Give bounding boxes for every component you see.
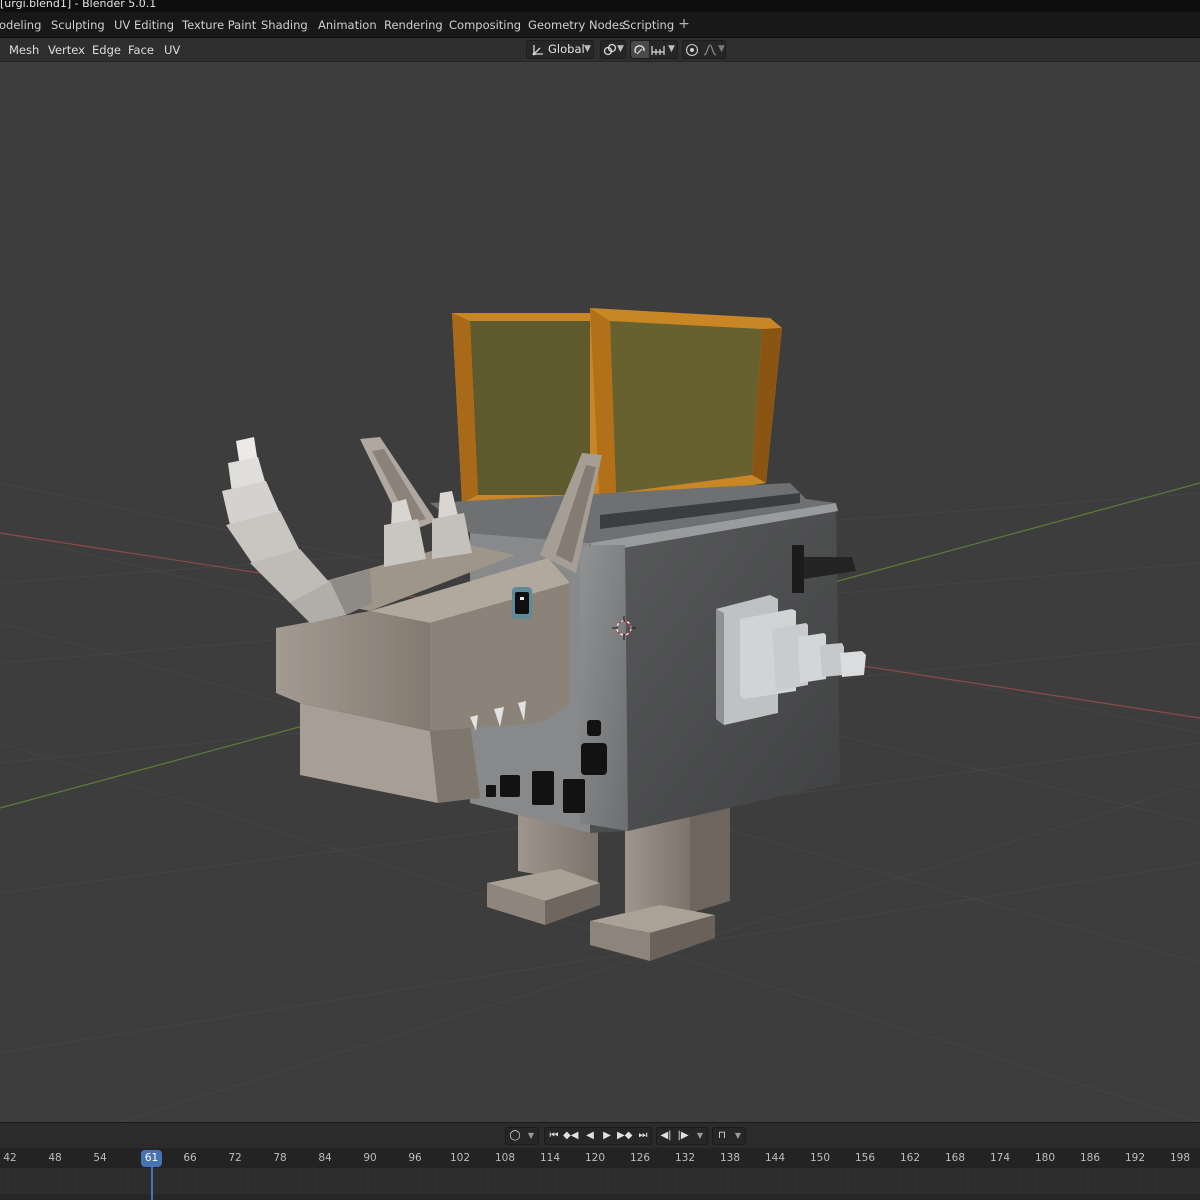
frame-tick: 174 <box>989 1152 1011 1164</box>
frame-tick: 138 <box>719 1152 741 1164</box>
window-titlebar: [urgi.blend1] - Blender 5.0.1 <box>0 0 1200 12</box>
rhino-horn <box>222 437 372 623</box>
auto-keying-group[interactable]: ⊓ ▼ <box>712 1127 746 1145</box>
chevron-down-icon: ▼ <box>718 44 725 54</box>
next-marker-icon[interactable]: |▶ <box>676 1128 690 1144</box>
menu-edge[interactable]: Edge <box>91 41 122 59</box>
viewport-scene <box>0 308 1200 1122</box>
playhead-line[interactable] <box>151 1166 153 1200</box>
frame-tick: 114 <box>539 1152 561 1164</box>
frame-tick: 78 <box>273 1152 287 1164</box>
jump-end-icon[interactable]: ⏭ <box>636 1128 650 1144</box>
tab-rendering[interactable]: Rendering <box>377 16 450 36</box>
pivot-link-icon <box>603 43 617 56</box>
chevron-down-icon: ▼ <box>734 1131 742 1140</box>
prev-keyframe-icon[interactable]: ◆◀ <box>563 1128 578 1144</box>
toast-slice-back <box>452 313 590 503</box>
frame-tick: 90 <box>363 1152 377 1164</box>
frame-tick: 156 <box>854 1152 876 1164</box>
chevron-down-icon: ▼ <box>696 1131 704 1140</box>
frame-ruler[interactable]: 42 48 54 66 72 78 84 90 96 102 108 114 1… <box>0 1148 1200 1168</box>
auto-keying-icon[interactable]: ⊓ <box>715 1128 729 1144</box>
frame-tick: 192 <box>1124 1152 1146 1164</box>
snap-icon <box>634 45 645 55</box>
frame-tick: 126 <box>629 1152 651 1164</box>
tab-compositing[interactable]: Compositing <box>442 16 528 36</box>
proportional-edit-toggle[interactable]: ▼ <box>682 40 726 59</box>
timeline-scrollbar[interactable] <box>0 1194 1200 1200</box>
pivot-dropdown[interactable]: ▼ <box>600 40 626 59</box>
tab-modeling[interactable]: odeling <box>0 16 48 36</box>
frame-tick: 102 <box>449 1152 471 1164</box>
keying-group[interactable]: ◯ ▼ <box>505 1127 539 1145</box>
frame-tick: 96 <box>408 1152 422 1164</box>
frame-tick: 150 <box>809 1152 831 1164</box>
tab-animation[interactable]: Animation <box>311 16 384 36</box>
frame-tick: 132 <box>674 1152 696 1164</box>
timeline[interactable]: 42 48 54 66 72 78 84 90 96 102 108 114 1… <box>0 1148 1200 1200</box>
frame-tick: 42 <box>3 1152 17 1164</box>
timeline-header: ◯ ▼ ⏮ ◆◀ ◀ ▶ ▶◆ ⏭ ◀| |▶ ▼ ⊓ ▼ <box>0 1122 1200 1148</box>
frame-tick: 84 <box>318 1152 332 1164</box>
frame-tick: 108 <box>494 1152 516 1164</box>
falloff-icon <box>703 44 717 56</box>
chevron-down-icon: ▼ <box>668 44 675 54</box>
frame-tick: 144 <box>764 1152 786 1164</box>
workspace-tabs: odeling Sculpting UV Editing Texture Pai… <box>0 12 1200 38</box>
tab-sculpting[interactable]: Sculpting <box>44 16 112 36</box>
orientation-value: Global <box>548 42 585 56</box>
frame-tick: 180 <box>1034 1152 1056 1164</box>
play-icon[interactable]: ▶ <box>600 1128 614 1144</box>
play-reverse-icon[interactable]: ◀ <box>583 1128 597 1144</box>
tab-scripting[interactable]: Scripting <box>616 16 681 36</box>
toaster-body-front <box>580 545 628 831</box>
marker-controls: ◀| |▶ ▼ <box>656 1127 708 1145</box>
proportional-edit-icon <box>685 43 699 57</box>
snap-toggle[interactable]: ▼ <box>630 40 678 59</box>
frame-tick: 120 <box>584 1152 606 1164</box>
tab-uv-editing[interactable]: UV Editing <box>107 16 181 36</box>
menu-mesh[interactable]: Mesh <box>8 41 40 59</box>
frame-tick: 198 <box>1169 1152 1191 1164</box>
tab-texture-paint[interactable]: Texture Paint <box>175 16 263 36</box>
orientation-icon <box>532 45 543 56</box>
current-frame-marker[interactable]: 61 <box>141 1150 162 1167</box>
window-title: [urgi.blend1] - Blender 5.0.1 <box>0 0 157 10</box>
chevron-down-icon: ▼ <box>527 1131 535 1140</box>
next-keyframe-icon[interactable]: ▶◆ <box>617 1128 632 1144</box>
toaster-rhino-model[interactable] <box>222 308 866 961</box>
chevron-down-icon: ▼ <box>617 44 624 54</box>
frame-tick: 48 <box>48 1152 62 1164</box>
jump-start-icon[interactable]: ⏮ <box>547 1128 561 1144</box>
keying-icon[interactable]: ◯ <box>508 1128 522 1144</box>
chevron-down-icon: ▼ <box>584 44 591 54</box>
frame-tick: 162 <box>899 1152 921 1164</box>
playback-controls: ⏮ ◆◀ ◀ ▶ ▶◆ ⏭ <box>544 1127 652 1145</box>
3d-viewport[interactable] <box>0 63 1200 1122</box>
frame-tick: 186 <box>1079 1152 1101 1164</box>
frame-tick: 66 <box>183 1152 197 1164</box>
menu-uv[interactable]: UV <box>163 41 181 59</box>
frame-tick: 54 <box>93 1152 107 1164</box>
snap-increment-icon <box>651 46 665 55</box>
prev-marker-icon[interactable]: ◀| <box>659 1128 673 1144</box>
keyframe-track[interactable] <box>0 1168 1200 1194</box>
frame-tick: 72 <box>228 1152 242 1164</box>
tab-shading[interactable]: Shading <box>254 16 315 36</box>
toast-slice-front <box>590 308 782 508</box>
add-workspace-button[interactable]: + <box>677 16 691 34</box>
menu-face[interactable]: Face <box>127 41 155 59</box>
menu-vertex[interactable]: Vertex <box>47 41 86 59</box>
transform-orientation-dropdown[interactable]: Global ▼ <box>526 40 594 59</box>
frame-tick: 168 <box>944 1152 966 1164</box>
viewport-header: Mesh Vertex Edge Face UV Global ▼ ▼ ▼ ▼ <box>0 38 1200 62</box>
